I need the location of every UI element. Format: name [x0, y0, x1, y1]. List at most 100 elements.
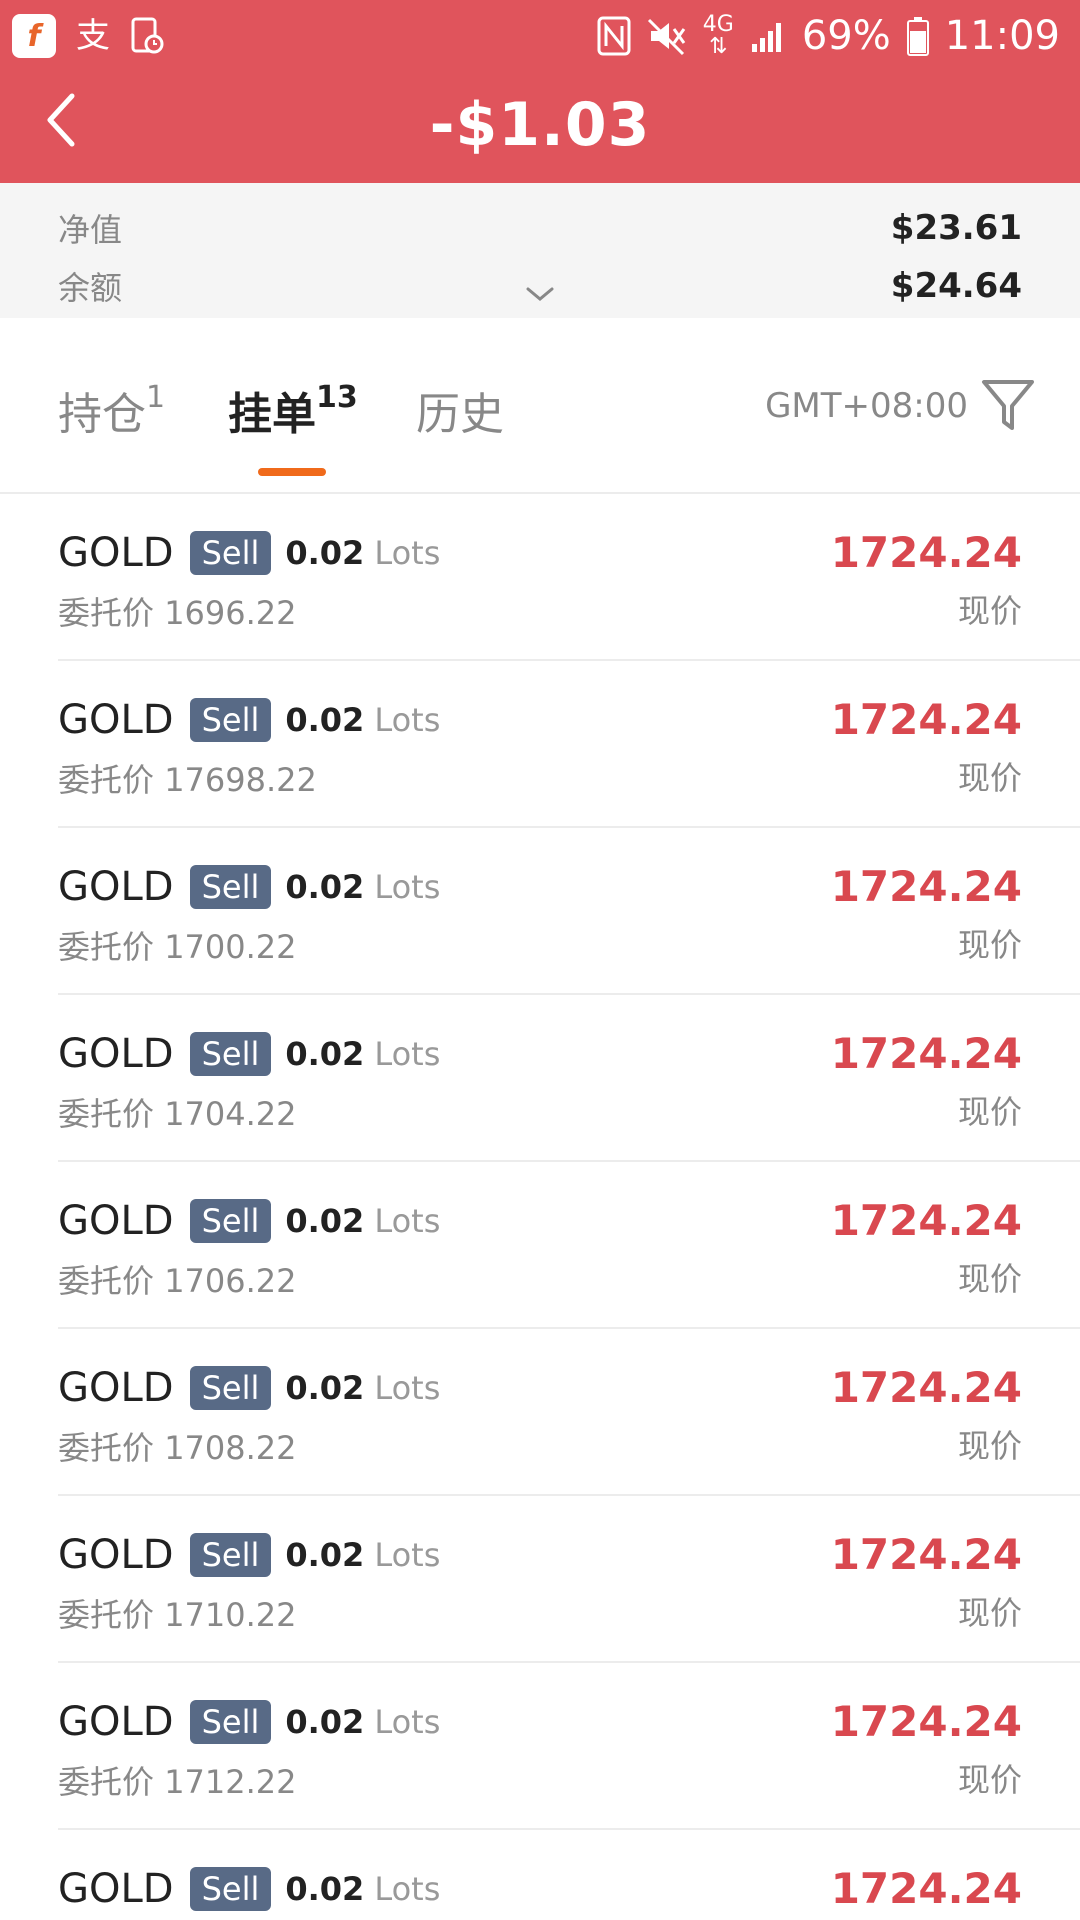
entrust-price: 17698.22 — [164, 761, 317, 799]
header: f 支 4G ⇅ 69% 11:09 -$1.03 — [0, 0, 1080, 183]
current-price: 1724.24 — [830, 695, 1022, 744]
entrust-label: 委托价 — [58, 594, 155, 632]
current-price-label: 现价 — [957, 592, 1022, 630]
entrust-price: 1708.22 — [164, 1429, 297, 1467]
entrust-label: 委托价 — [58, 1596, 155, 1634]
order-entrust-line: 委托价 1696.22 — [58, 588, 297, 634]
tab-positions-label: 持仓 — [58, 389, 146, 440]
order-symbol: GOLD — [58, 1866, 174, 1912]
order-lots: 0.02 — [285, 701, 365, 739]
order-symbol: GOLD — [58, 1699, 174, 1745]
order-lots-unit: Lots — [374, 1703, 441, 1741]
current-price: 1724.24 — [830, 1196, 1022, 1245]
order-symbol: GOLD — [58, 1031, 174, 1077]
order-row[interactable]: GOLD Sell 0.02 Lots 委托价 17698.22 1724.24… — [58, 661, 1080, 828]
order-summary-line: GOLD Sell 0.02 Lots — [58, 697, 440, 743]
order-summary-line: GOLD Sell 0.02 Lots — [58, 1031, 440, 1077]
equity-value: $23.61 — [890, 208, 1022, 248]
nfc-icon — [597, 16, 631, 56]
tab-positions-count: 1 — [146, 380, 166, 416]
account-summary[interactable]: 净值 $23.61 余额 $24.64 — [0, 183, 1080, 318]
entrust-label: 委托价 — [58, 761, 155, 799]
battery-percent: 69% — [801, 13, 891, 59]
order-row[interactable]: GOLD Sell 0.02 Lots 1724.24 — [58, 1830, 1080, 1920]
order-row[interactable]: GOLD Sell 0.02 Lots 委托价 1696.22 1724.24 … — [58, 494, 1080, 661]
current-price: 1724.24 — [830, 1029, 1022, 1078]
order-entrust-line: 委托价 17698.22 — [58, 755, 317, 801]
order-row[interactable]: GOLD Sell 0.02 Lots 委托价 1704.22 1724.24 … — [58, 995, 1080, 1162]
title-bar: -$1.03 — [0, 72, 1080, 183]
order-summary-line: GOLD Sell 0.02 Lots — [58, 1866, 440, 1912]
order-symbol: GOLD — [58, 530, 174, 576]
order-summary-line: GOLD Sell 0.02 Lots — [58, 530, 440, 576]
order-lots-unit: Lots — [374, 868, 441, 906]
tab-history[interactable]: 历史 — [416, 378, 504, 442]
screenshot-notification-icon — [131, 17, 164, 54]
order-row[interactable]: GOLD Sell 0.02 Lots 委托价 1708.22 1724.24 … — [58, 1329, 1080, 1496]
order-lots-unit: Lots — [374, 534, 441, 572]
order-symbol: GOLD — [58, 1198, 174, 1244]
tab-pending-count: 13 — [316, 380, 358, 416]
order-side-badge: Sell — [189, 698, 272, 742]
order-lots-unit: Lots — [374, 1369, 441, 1407]
current-price: 1724.24 — [830, 1697, 1022, 1746]
current-price: 1724.24 — [830, 528, 1022, 577]
network-type: 4G ⇅ — [702, 12, 734, 59]
current-price: 1724.24 — [830, 862, 1022, 911]
order-entrust-line: 委托价 1712.22 — [58, 1757, 297, 1803]
floating-pnl-title: -$1.03 — [429, 90, 651, 160]
current-price-label: 现价 — [957, 1427, 1022, 1465]
order-side-badge: Sell — [189, 1867, 272, 1911]
order-entrust-line: 委托价 1708.22 — [58, 1423, 297, 1469]
order-lots-unit: Lots — [374, 1870, 441, 1908]
tab-positions[interactable]: 持仓1 — [58, 378, 165, 442]
order-symbol: GOLD — [58, 1532, 174, 1578]
entrust-price: 1710.22 — [164, 1596, 297, 1634]
tab-pending-label: 挂单 — [228, 389, 316, 440]
entrust-label: 委托价 — [58, 1763, 155, 1801]
entrust-price: 1696.22 — [164, 594, 297, 632]
current-price-label: 现价 — [957, 1260, 1022, 1298]
order-side-badge: Sell — [189, 1032, 272, 1076]
order-tabs: 持仓1 挂单13 历史 GMT+08:00 — [0, 318, 1080, 494]
order-lots-unit: Lots — [374, 1202, 441, 1240]
signal-icon — [751, 23, 781, 52]
status-bar-right: 4G ⇅ 69% 11:09 — [597, 10, 1060, 62]
order-summary-line: GOLD Sell 0.02 Lots — [58, 864, 440, 910]
order-summary-line: GOLD Sell 0.02 Lots — [58, 1699, 440, 1745]
entrust-price: 1706.22 — [164, 1262, 297, 1300]
app-screen: f 支 4G ⇅ 69% 11:09 -$1.03 净值 $23.61 余额 $… — [0, 0, 1080, 1920]
order-lots: 0.02 — [285, 868, 365, 906]
clock: 11:09 — [944, 13, 1060, 59]
tab-pending-orders[interactable]: 挂单13 — [228, 378, 358, 442]
entrust-price: 1712.22 — [164, 1763, 297, 1801]
order-side-badge: Sell — [189, 1533, 272, 1577]
chevron-down-icon[interactable] — [524, 285, 556, 305]
current-price-label: 现价 — [957, 1093, 1022, 1131]
order-row[interactable]: GOLD Sell 0.02 Lots 委托价 1700.22 1724.24 … — [58, 828, 1080, 995]
balance-value: $24.64 — [890, 266, 1022, 306]
filter-icon[interactable] — [978, 374, 1038, 434]
order-summary-line: GOLD Sell 0.02 Lots — [58, 1198, 440, 1244]
mute-icon — [647, 18, 685, 56]
order-row[interactable]: GOLD Sell 0.02 Lots 委托价 1706.22 1724.24 … — [58, 1162, 1080, 1329]
pending-orders-list: GOLD Sell 0.02 Lots 委托价 1696.22 1724.24 … — [0, 494, 1080, 1920]
entrust-label: 委托价 — [58, 928, 155, 966]
current-price: 1724.24 — [830, 1363, 1022, 1412]
order-entrust-line: 委托价 1706.22 — [58, 1256, 297, 1302]
ime-icon: 支 — [76, 16, 110, 56]
order-entrust-line: 委托价 1710.22 — [58, 1590, 297, 1636]
equity-label: 净值 — [58, 211, 123, 249]
timezone-label[interactable]: GMT+08:00 — [765, 386, 968, 426]
current-price: 1724.24 — [830, 1530, 1022, 1579]
entrust-price: 1704.22 — [164, 1095, 297, 1133]
order-lots-unit: Lots — [374, 701, 441, 739]
order-row[interactable]: GOLD Sell 0.02 Lots 委托价 1710.22 1724.24 … — [58, 1496, 1080, 1663]
entrust-label: 委托价 — [58, 1262, 155, 1300]
order-lots: 0.02 — [285, 1369, 365, 1407]
order-symbol: GOLD — [58, 697, 174, 743]
status-bar-left: f 支 — [12, 14, 164, 58]
order-lots: 0.02 — [285, 1536, 365, 1574]
order-lots-unit: Lots — [374, 1536, 441, 1574]
order-row[interactable]: GOLD Sell 0.02 Lots 委托价 1712.22 1724.24 … — [58, 1663, 1080, 1830]
